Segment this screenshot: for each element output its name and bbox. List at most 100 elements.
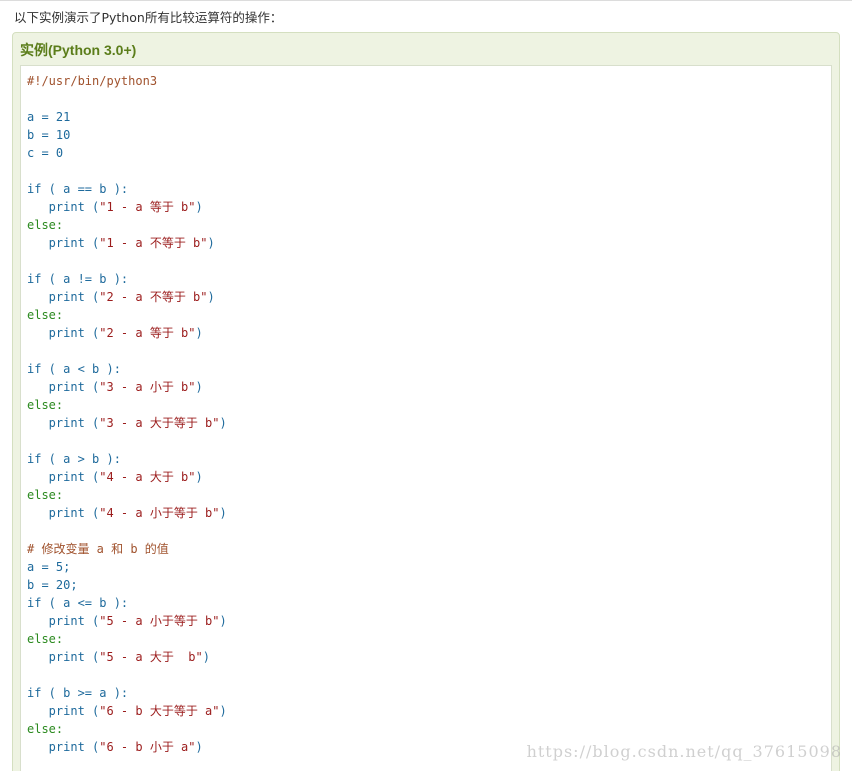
code-token: print (: [27, 416, 100, 430]
code-token: ): [207, 290, 215, 304]
code-token: if ( a < b ):: [27, 362, 121, 376]
code-token: ): [202, 650, 210, 664]
code-token: else:: [27, 308, 64, 322]
code-token: "5 - a 小于等于 b": [99, 614, 220, 628]
code-token: print (: [27, 290, 100, 304]
code-token: ): [219, 614, 227, 628]
code-line: print ("6 - b 小于 a"): [27, 738, 227, 756]
code-token: if ( b >= a ):: [27, 686, 129, 700]
code-line: a = 21: [27, 108, 227, 126]
code-token: ): [219, 704, 227, 718]
top-divider: [0, 0, 852, 1]
code-line: a = 5;: [27, 558, 227, 576]
code-token: print (: [27, 650, 100, 664]
code-line: else:: [27, 630, 227, 648]
code-token: "3 - a 小于 b": [99, 380, 196, 394]
code-token: # 修改变量 a 和 b 的值: [27, 542, 169, 556]
code-line: else:: [27, 486, 227, 504]
code-line: # 修改变量 a 和 b 的值: [27, 540, 227, 558]
code-line: else:: [27, 720, 227, 738]
code-line: else:: [27, 306, 227, 324]
code-line: if ( b >= a ):: [27, 684, 227, 702]
code-line: if ( a < b ):: [27, 360, 227, 378]
code-line: b = 10: [27, 126, 227, 144]
code-token: else:: [27, 632, 64, 646]
code-token: ): [195, 740, 203, 754]
code-line: #!/usr/bin/python3: [27, 72, 227, 90]
code-token: "1 - a 不等于 b": [99, 236, 208, 250]
code-token: print (: [27, 236, 100, 250]
code-token: else:: [27, 722, 64, 736]
code-token: "5 - a 大于 b": [99, 650, 203, 664]
code-token: "6 - b 小于 a": [99, 740, 196, 754]
code-token: print (: [27, 200, 100, 214]
code-token: a = 21: [27, 110, 71, 124]
code-token: else:: [27, 218, 64, 232]
code-token: ): [207, 236, 215, 250]
example-box: 实例(Python 3.0+) #!/usr/bin/python3 a = 2…: [12, 32, 840, 771]
code-line: print ("5 - a 大于 b"): [27, 648, 227, 666]
example-title: 实例(Python 3.0+): [20, 42, 137, 58]
code-line: if ( a <= b ):: [27, 594, 227, 612]
code-token: print (: [27, 470, 100, 484]
code-token: else:: [27, 488, 64, 502]
code-token: ): [195, 380, 203, 394]
code-token: if ( a <= b ):: [27, 596, 129, 610]
code-token: ): [195, 470, 203, 484]
code-token: print (: [27, 326, 100, 340]
code-token: if ( a != b ):: [27, 272, 129, 286]
code-line: c = 0: [27, 144, 227, 162]
code-token: print (: [27, 740, 100, 754]
code-token: ): [219, 506, 227, 520]
code-token: "6 - b 大于等于 a": [99, 704, 220, 718]
code-line: print ("4 - a 小于等于 b"): [27, 504, 227, 522]
code-token: if ( a > b ):: [27, 452, 121, 466]
code-line: print ("2 - a 不等于 b"): [27, 288, 227, 306]
code-token: b = 20;: [27, 578, 78, 592]
code-line: if ( a != b ):: [27, 270, 227, 288]
code-token: print (: [27, 614, 100, 628]
code-line: b = 20;: [27, 576, 227, 594]
code-line: print ("4 - a 大于 b"): [27, 468, 227, 486]
code-token: print (: [27, 506, 100, 520]
intro-text: 以下实例演示了Python所有比较运算符的操作：: [14, 10, 283, 25]
code-token: a = 5;: [27, 560, 71, 574]
code-token: ): [219, 416, 227, 430]
code-token: "3 - a 大于等于 b": [99, 416, 220, 430]
watermark: https://blog.csdn.net/qq_37615098: [526, 742, 842, 761]
code-line: if ( a > b ):: [27, 450, 227, 468]
code-line: print ("5 - a 小于等于 b"): [27, 612, 227, 630]
code-line: if ( a == b ):: [27, 180, 227, 198]
code-line: print ("1 - a 不等于 b"): [27, 234, 227, 252]
code-token: c = 0: [27, 146, 64, 160]
code-line: print ("1 - a 等于 b"): [27, 198, 227, 216]
code-token: #!/usr/bin/python3: [27, 74, 158, 88]
code-line: print ("3 - a 小于 b"): [27, 378, 227, 396]
code-lines: #!/usr/bin/python3 a = 21 b = 10 c = 0 if …: [27, 72, 227, 756]
code-token: ): [195, 326, 203, 340]
code-token: ): [195, 200, 203, 214]
code-token: print (: [27, 380, 100, 394]
code-token: "2 - a 不等于 b": [99, 290, 208, 304]
code-token: b = 10: [27, 128, 71, 142]
code-token: else:: [27, 398, 64, 412]
code-token: if ( a == b ):: [27, 182, 129, 196]
code-token: "4 - a 大于 b": [99, 470, 196, 484]
code-line: print ("2 - a 等于 b"): [27, 324, 227, 342]
code-line: else:: [27, 216, 227, 234]
code-line: print ("3 - a 大于等于 b"): [27, 414, 227, 432]
code-line: else:: [27, 396, 227, 414]
code-token: "1 - a 等于 b": [99, 200, 196, 214]
code-block[interactable]: #!/usr/bin/python3 a = 21 b = 10 c = 0 if …: [20, 65, 832, 771]
code-token: "2 - a 等于 b": [99, 326, 196, 340]
code-line: print ("6 - b 大于等于 a"): [27, 702, 227, 720]
code-token: print (: [27, 704, 100, 718]
code-token: "4 - a 小于等于 b": [99, 506, 220, 520]
